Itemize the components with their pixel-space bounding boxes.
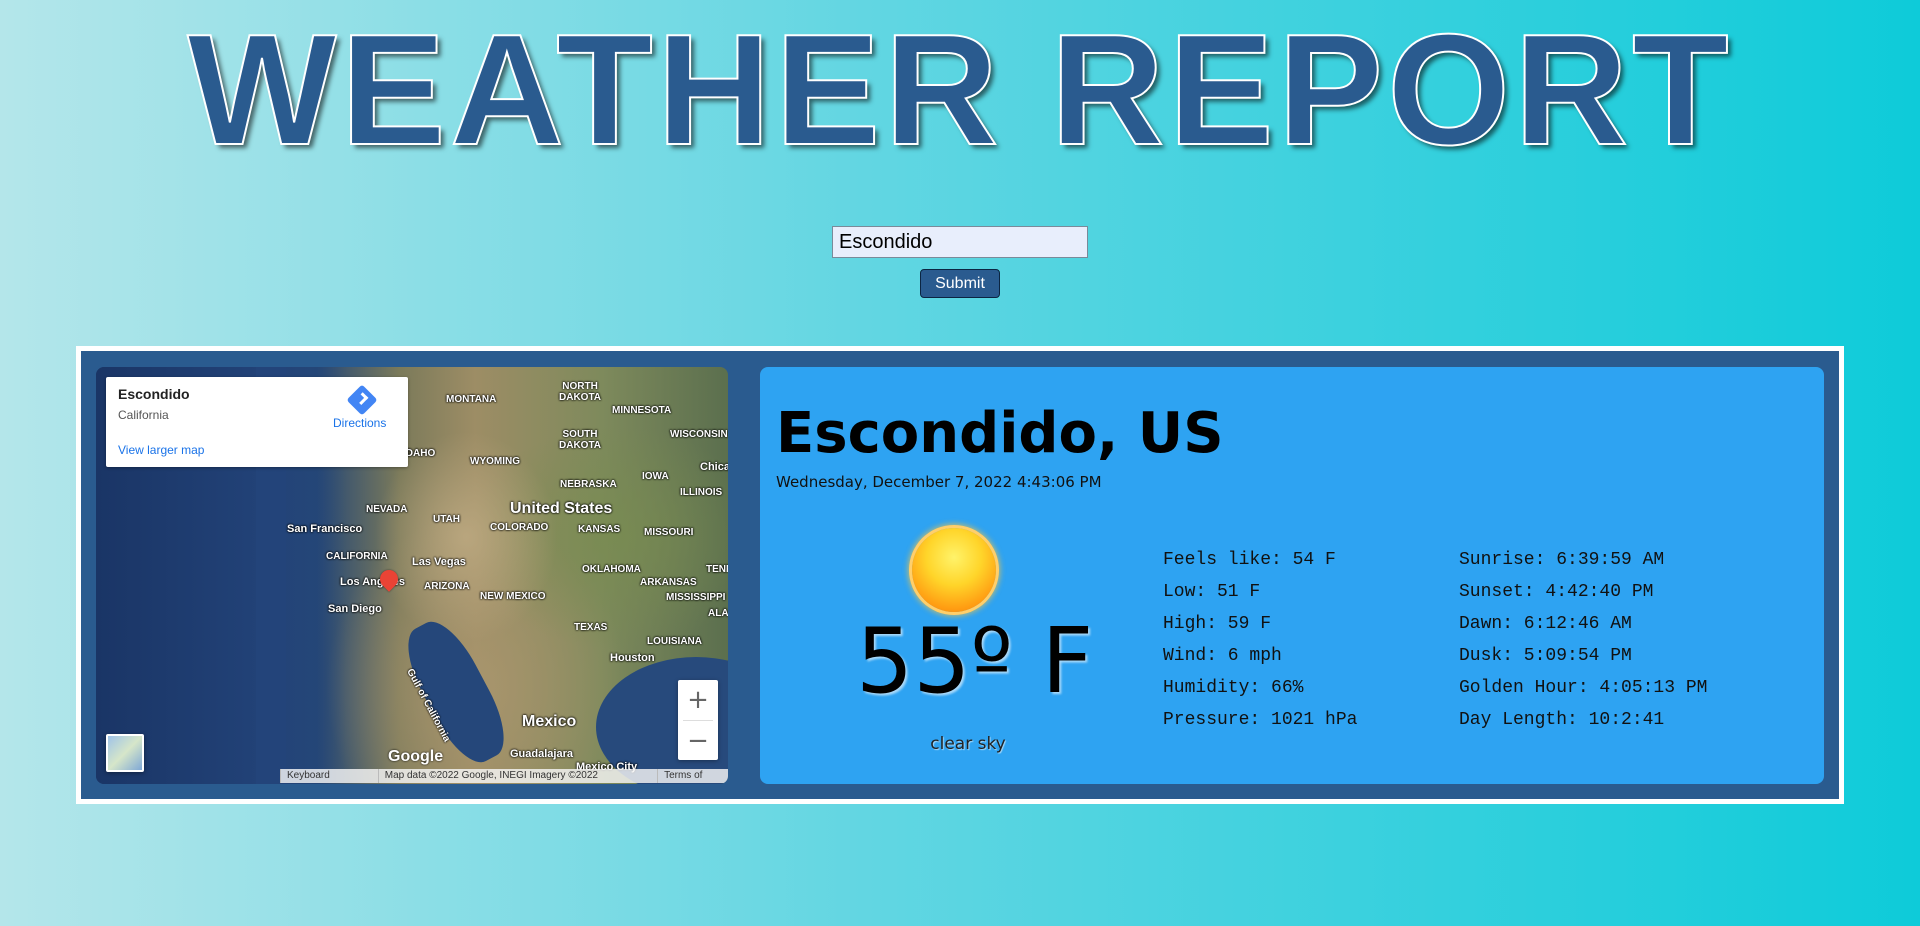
temp-low: Low: 51 F [1163, 582, 1261, 602]
map-label: LOUISIANA [647, 636, 702, 647]
map-label: TENN [706, 564, 728, 575]
terms-of-use-link[interactable]: Terms of Use [657, 769, 728, 783]
directions-link[interactable]: Directions [333, 416, 386, 430]
map-label: Houston [610, 652, 655, 664]
map-label: Chica [700, 461, 728, 473]
map-place-name: Escondido [118, 386, 190, 402]
map-label: ARIZONA [424, 581, 470, 592]
city-heading: Escondido, US [776, 401, 1224, 466]
map-label: NORTH DAKOTA [559, 381, 602, 403]
map-label: MINNESOTA [612, 405, 672, 416]
zoom-in-button[interactable]: + [678, 680, 718, 720]
weather-details-left: Feels like: 54 F Low: 51 F High: 59 F Wi… [1163, 544, 1357, 736]
map-place-region: California [118, 408, 169, 422]
humidity: Humidity: 66% [1163, 678, 1304, 698]
map-label: MONTANA [446, 394, 497, 405]
map-label: WYOMING [470, 456, 520, 467]
pressure: Pressure: 1021 hPa [1163, 710, 1358, 730]
map-label: KANSAS [578, 524, 621, 535]
map-info-card: Escondido California View larger map Dir… [106, 377, 408, 467]
map-label-country: Mexico [522, 713, 577, 730]
map-label: Las Vegas [412, 556, 466, 568]
map-label: San Diego [328, 603, 382, 615]
current-datetime: Wednesday, December 7, 2022 4:43:06 PM [776, 473, 1102, 491]
map-label: OKLAHOMA [582, 564, 641, 575]
map-label: ALA [708, 608, 728, 619]
map-label: UTAH [433, 514, 461, 525]
sun-icon [912, 528, 996, 612]
map-label: SOUTH DAKOTA [559, 429, 602, 451]
zoom-controls: + − [678, 680, 718, 760]
map-label: MISSISSIPPI [666, 592, 726, 603]
feels-like: Feels like: 54 F [1163, 550, 1336, 570]
temperature: 55º F [856, 609, 1094, 714]
weather-panel: Escondido, US Wednesday, December 7, 202… [760, 367, 1824, 784]
map-label: WISCONSIN [670, 429, 728, 440]
map-data-attribution: Map data ©2022 Google, INEGI Imagery ©20… [377, 769, 658, 783]
weather-condition: clear sky [930, 734, 1006, 754]
sunrise: Sunrise: 6:39:59 AM [1459, 550, 1665, 570]
map-label: Guadalajara [510, 748, 573, 760]
weather-details-right: Sunrise: 6:39:59 AM Sunset: 4:42:40 PM D… [1459, 544, 1707, 736]
directions-icon[interactable] [346, 384, 378, 416]
zoom-out-button[interactable]: − [678, 721, 718, 761]
map-label: IOWA [642, 471, 669, 482]
map-label: CALIFORNIA [326, 551, 388, 562]
keyboard-shortcuts-link[interactable]: Keyboard shortcuts [280, 769, 378, 783]
submit-button[interactable]: Submit [920, 269, 1000, 298]
map-label: ILLINOIS [680, 487, 723, 498]
day-length: Day Length: 10:2:41 [1459, 710, 1665, 730]
map-label: San Francisco [287, 523, 363, 535]
map-layer-toggle[interactable] [106, 734, 144, 772]
wind: Wind: 6 mph [1163, 646, 1282, 666]
map-label: TEXAS [574, 622, 608, 633]
map-attribution: Keyboard shortcuts Map data ©2022 Google… [280, 769, 728, 783]
view-larger-map-link[interactable]: View larger map [118, 443, 204, 457]
golden-hour: Golden Hour: 4:05:13 PM [1459, 678, 1708, 698]
google-logo: Google [388, 748, 444, 765]
dusk: Dusk: 5:09:54 PM [1459, 646, 1632, 666]
temp-high: High: 59 F [1163, 614, 1272, 634]
map-label: ARKANSAS [640, 577, 697, 588]
dawn: Dawn: 6:12:46 AM [1459, 614, 1632, 634]
map-label: MISSOURI [644, 527, 694, 538]
google-map[interactable]: MONTANA NORTH DAKOTA MINNESOTA SOUTH DAK… [96, 367, 728, 784]
city-search-input[interactable] [832, 226, 1088, 258]
map-label: NEW MEXICO [480, 591, 546, 602]
map-label: COLORADO [490, 522, 549, 533]
map-label: NEVADA [366, 504, 408, 515]
map-label: NEBRASKA [560, 479, 617, 490]
map-label-country: United States [510, 500, 613, 517]
sunset: Sunset: 4:42:40 PM [1459, 582, 1654, 602]
page-title: WEATHER REPORT [186, 2, 1733, 178]
